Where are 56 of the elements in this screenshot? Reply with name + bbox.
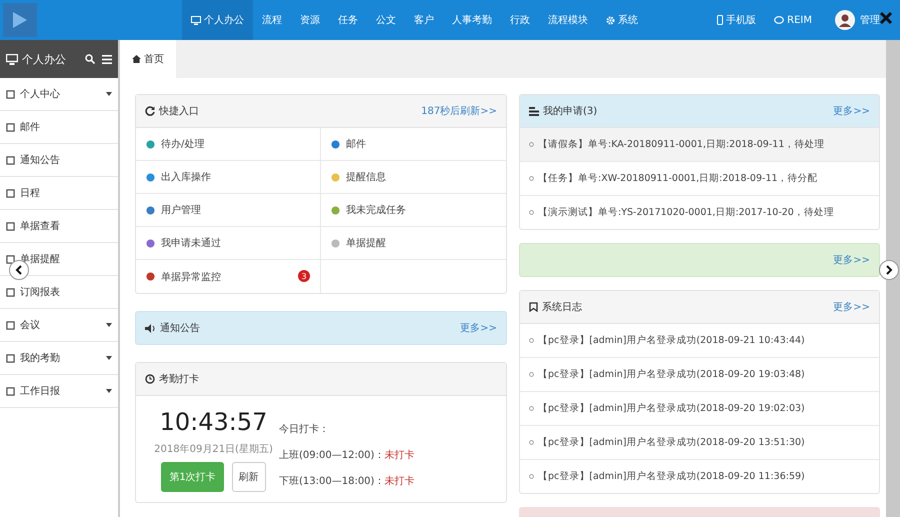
panel-title: 我的申请(3) bbox=[543, 104, 598, 118]
sidebar-title: 个人办公 bbox=[22, 52, 67, 66]
request-item[interactable]: 【演示测试】单号:YS-20171020-0001,日期:2017-10-20，待处理 bbox=[520, 196, 879, 229]
sidebar-item[interactable]: 日程 bbox=[0, 177, 118, 210]
today-label: 今日打卡： bbox=[279, 422, 330, 436]
nav-tab[interactable]: 人事考勤 bbox=[443, 0, 501, 40]
shift-status: 未打卡 bbox=[384, 448, 414, 462]
nav-tab[interactable]: 流程模块 bbox=[539, 0, 597, 40]
shortcut-item[interactable]: 我未完成任务 bbox=[321, 194, 506, 227]
request-item[interactable]: 【任务】单号:XW-20180911-0001,日期:2018-09-11，待分配 bbox=[520, 162, 879, 196]
sidebar-item[interactable]: 个人中心 bbox=[0, 78, 118, 111]
clock-time: 10:43:57 bbox=[160, 408, 268, 436]
request-item[interactable]: 【请假条】单号:KA-20180911-0001,日期:2018-09-11，待处理 bbox=[520, 128, 879, 162]
shortcut-item[interactable]: 邮件 bbox=[321, 128, 506, 161]
shift-label: 上班(09:00—12:00)： bbox=[279, 448, 384, 462]
shortcut-item[interactable]: 单据异常监控 3 bbox=[136, 260, 321, 293]
mobile-link[interactable]: 手机版 bbox=[708, 0, 766, 40]
shift-label: 下班(13:00—18:00)： bbox=[279, 474, 384, 488]
reim-link[interactable]: REIM bbox=[765, 0, 821, 40]
refresh-button[interactable]: 刷新 bbox=[232, 462, 266, 492]
shortcut-item[interactable]: 待办/处理 bbox=[136, 128, 321, 161]
shortcut-item[interactable]: 出入库操作 bbox=[136, 161, 321, 194]
sidebar-item[interactable]: 我的考勤 bbox=[0, 342, 118, 375]
panel-title: 快捷入口 bbox=[159, 104, 200, 118]
panel-title: 系统日志 bbox=[542, 300, 583, 314]
refresh-link[interactable]: 187秒后刷新>> bbox=[421, 104, 497, 118]
sidebar-item[interactable]: 单据查看 bbox=[0, 210, 118, 243]
date-text: 2018年09月21日(星期五) bbox=[154, 442, 273, 456]
shortcut-item[interactable]: 提醒信息 bbox=[321, 161, 506, 194]
nav-tab[interactable]: 个人办公 bbox=[182, 0, 253, 40]
nav-tab[interactable]: 公文 bbox=[367, 0, 405, 40]
nav-tab[interactable]: 行政 bbox=[501, 0, 539, 40]
sidebar-item[interactable]: 工作日报 bbox=[0, 375, 118, 408]
log-item: 【pc登录】[admin]用户名登录成功(2018-09-20 19:03:48) bbox=[520, 358, 879, 392]
nav-tab[interactable]: 资源 bbox=[291, 0, 329, 40]
panel-title: 考勤打卡 bbox=[159, 372, 200, 386]
sidebar-item[interactable]: 会议 bbox=[0, 309, 118, 342]
shortcut-item[interactable]: 用户管理 bbox=[136, 194, 321, 227]
log-item: 【pc登录】[admin]用户名登录成功(2018-09-20 11:36:59) bbox=[520, 460, 879, 493]
sidebar-item[interactable]: 邮件 bbox=[0, 111, 118, 144]
sidebar-item[interactable]: 通知公告 bbox=[0, 144, 118, 177]
nav-tab[interactable]: 流程 bbox=[253, 0, 291, 40]
panel-title: 通知公告 bbox=[160, 322, 201, 335]
shortcut-item[interactable]: 我申请未通过 bbox=[136, 227, 321, 260]
nav-tab[interactable]: 任务 bbox=[329, 0, 367, 40]
log-item: 【pc登录】[admin]用户名登录成功(2018-09-21 10:43:44) bbox=[520, 324, 879, 358]
shift-status: 未打卡 bbox=[384, 474, 414, 488]
more-link[interactable]: 更多>> bbox=[833, 300, 870, 314]
nav-tab[interactable]: 系统 bbox=[597, 0, 647, 40]
log-item: 【pc登录】[admin]用户名登录成功(2018-09-20 19:02:03) bbox=[520, 392, 879, 426]
shortcut-item[interactable]: 单据提醒 bbox=[321, 227, 506, 260]
user-name[interactable]: 管理 bbox=[860, 13, 880, 27]
count-badge: 3 bbox=[298, 270, 310, 282]
log-item: 【pc登录】[admin]用户名登录成功(2018-09-20 13:51:30) bbox=[520, 426, 879, 460]
tab[interactable]: 首页 bbox=[120, 40, 176, 78]
nav-tab[interactable]: 客户 bbox=[405, 0, 443, 40]
